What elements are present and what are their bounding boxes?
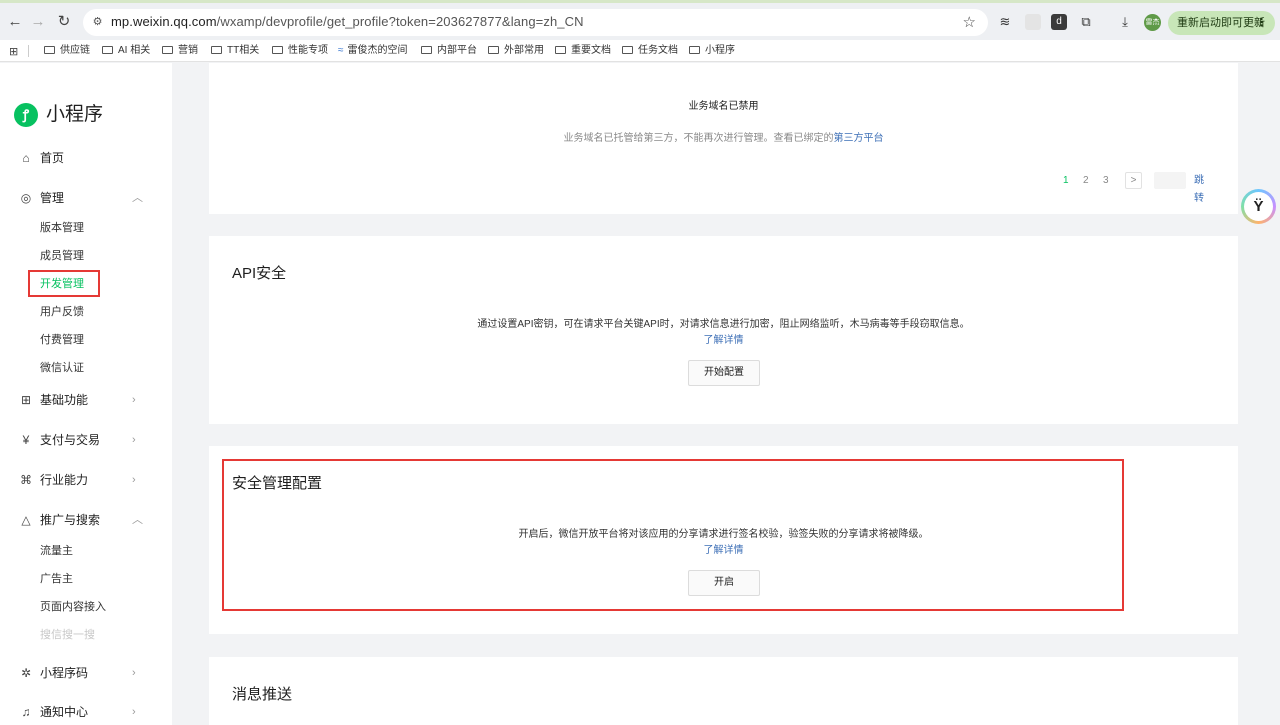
forward-icon[interactable]: → bbox=[27, 12, 49, 32]
sidebar-subitem-search[interactable]: 搜信搜一搜 bbox=[40, 626, 95, 644]
settings-icon: ◎ bbox=[20, 191, 32, 205]
message-push-title: 消息推送 bbox=[232, 686, 293, 703]
folder-icon bbox=[102, 46, 113, 54]
download-icon[interactable]: ⤓ bbox=[1117, 14, 1133, 30]
chevron-right-icon: › bbox=[132, 667, 136, 679]
folder-icon bbox=[211, 46, 222, 54]
domain-card: 业务域名已禁用 业务域名已托管给第三方，不能再次进行管理。查看已绑定的第三方平台… bbox=[209, 63, 1238, 214]
folder-icon bbox=[272, 46, 283, 54]
miniprogram-logo-icon: ꝭ bbox=[14, 103, 38, 127]
bookmark-star-icon[interactable]: ☆ bbox=[963, 13, 976, 31]
bookmark-folder[interactable]: 外部常用 bbox=[488, 43, 544, 59]
api-security-title: API安全 bbox=[232, 265, 287, 282]
chevron-right-icon: › bbox=[132, 474, 136, 486]
sidebar-item-notice[interactable]: ♫ 通知中心 › bbox=[0, 701, 172, 723]
chevron-up-icon: ︿ bbox=[132, 192, 143, 204]
bookmarks-divider bbox=[28, 45, 29, 57]
bookmark-folder[interactable]: 任务文档 bbox=[622, 43, 678, 59]
next-page-button[interactable]: > bbox=[1125, 172, 1142, 189]
confluence-icon: ≈ bbox=[338, 45, 344, 56]
url-text[interactable]: mp.weixin.qq.com/wxamp/devprofile/get_pr… bbox=[111, 14, 584, 29]
sidebar: ꝭ 小程序 ⌂ 首页 ◎ 管理 ︿ 版本管理 成员管理 开发管理 用户反馈 付费… bbox=[0, 63, 172, 725]
bookmark-folder[interactable]: 小程序 bbox=[689, 43, 735, 59]
folder-icon bbox=[488, 46, 499, 54]
folder-icon bbox=[44, 46, 55, 54]
folder-icon bbox=[162, 46, 173, 54]
home-icon: ⌂ bbox=[22, 151, 30, 165]
yen-icon: ¥ bbox=[22, 433, 30, 447]
sidebar-item-promotion[interactable]: △ 推广与搜索 ︿ bbox=[0, 509, 172, 531]
apps-grid-icon[interactable]: ⊞ bbox=[9, 45, 18, 58]
more-menu-icon[interactable]: ⋮ bbox=[1256, 11, 1267, 35]
start-config-button[interactable]: 开始配置 bbox=[688, 360, 760, 386]
chevron-right-icon: › bbox=[132, 394, 136, 406]
domain-desc: 业务域名已托管给第三方，不能再次进行管理。查看已绑定的第三方平台 bbox=[563, 133, 884, 144]
sidebar-item-manage[interactable]: ◎ 管理 ︿ bbox=[0, 187, 172, 209]
extension-tune-icon[interactable]: ≋ bbox=[997, 14, 1013, 30]
chevron-right-icon: › bbox=[132, 706, 136, 718]
back-icon[interactable]: ← bbox=[4, 12, 26, 32]
bookmark-folder[interactable]: AI 相关 bbox=[102, 43, 150, 59]
grid-icon: ⊞ bbox=[20, 393, 32, 407]
extension-d-icon[interactable]: d bbox=[1051, 14, 1067, 30]
site-info-icon[interactable]: ⚙ bbox=[90, 15, 105, 30]
page-2[interactable]: 2 bbox=[1083, 172, 1089, 190]
sidebar-subitem-feedback[interactable]: 用户反馈 bbox=[40, 303, 84, 321]
profile-avatar[interactable]: 雷杰 bbox=[1144, 14, 1161, 31]
extensions-puzzle-icon[interactable]: ⧉ bbox=[1078, 14, 1094, 30]
bookmarks-bar: ⊞ 供应链 AI 相关 营销 TT相关 性能专项 ≈ 雷俊杰的空间 内部平台 外部… bbox=[0, 40, 1280, 62]
assistant-icon: Ÿ bbox=[1244, 192, 1273, 221]
sidebar-item-payment[interactable]: ¥ 支付与交易 › bbox=[0, 429, 172, 451]
sidebar-item-industry[interactable]: ⌘ 行业能力 › bbox=[0, 469, 172, 491]
sidebar-subitem-ads[interactable]: 广告主 bbox=[40, 570, 73, 588]
address-bar[interactable]: ⚙ mp.weixin.qq.com/wxamp/devprofile/get_… bbox=[83, 9, 988, 36]
sidebar-subitem-content[interactable]: 页面内容接入 bbox=[40, 598, 106, 616]
sidebar-subitem-traffic[interactable]: 流量主 bbox=[40, 542, 73, 560]
sidebar-subitem-members[interactable]: 成员管理 bbox=[40, 247, 84, 265]
chevron-up-icon: ︿ bbox=[132, 514, 143, 526]
qrcode-icon: ✲ bbox=[20, 666, 32, 680]
bookmark-folder[interactable]: 内部平台 bbox=[421, 43, 477, 59]
sidebar-subitem-verify[interactable]: 微信认证 bbox=[40, 359, 84, 377]
promotion-icon: △ bbox=[21, 513, 31, 527]
message-push-card: 消息推送 bbox=[209, 657, 1238, 725]
industry-icon: ⌘ bbox=[20, 473, 32, 487]
sidebar-item-qrcode[interactable]: ✲ 小程序码 › bbox=[0, 662, 172, 684]
bookmark-folder[interactable]: TT相关 bbox=[211, 43, 259, 59]
api-security-desc: 通过设置API密钥，可在请求平台关键API时，对请求信息进行加密，阻止网络监听，… bbox=[477, 319, 970, 330]
page-jump-link[interactable]: 跳转 bbox=[1194, 172, 1204, 208]
domain-disabled-title: 业务域名已禁用 bbox=[688, 101, 759, 112]
highlight-box bbox=[28, 270, 100, 297]
bookmark-folder[interactable]: 供应链 bbox=[44, 43, 90, 59]
sidebar-subitem-billing[interactable]: 付费管理 bbox=[40, 331, 84, 349]
sidebar-item-home[interactable]: ⌂ 首页 bbox=[0, 147, 172, 169]
chevron-right-icon: › bbox=[132, 434, 136, 446]
bookmark-folder[interactable]: 重要文档 bbox=[555, 43, 611, 59]
page-1[interactable]: 1 bbox=[1063, 172, 1069, 190]
sidebar-item-basic[interactable]: ⊞ 基础功能 › bbox=[0, 389, 172, 411]
extension-grey-icon[interactable] bbox=[1025, 14, 1041, 30]
bell-icon: ♫ bbox=[21, 705, 31, 719]
folder-icon bbox=[689, 46, 700, 54]
api-learn-more-link[interactable]: 了解详情 bbox=[209, 331, 1238, 346]
browser-toolbar: ← → ↻ ⚙ mp.weixin.qq.com/wxamp/devprofil… bbox=[0, 0, 1280, 40]
update-button[interactable]: 重新启动即可更新 ⋮ bbox=[1168, 11, 1275, 35]
page-3[interactable]: 3 bbox=[1103, 172, 1109, 190]
logo-text: 小程序 bbox=[46, 104, 104, 125]
folder-icon bbox=[555, 46, 566, 54]
highlight-box bbox=[222, 459, 1124, 611]
assistant-float-button[interactable]: Ÿ bbox=[1241, 189, 1276, 224]
folder-icon bbox=[622, 46, 633, 54]
sidebar-subitem-version[interactable]: 版本管理 bbox=[40, 219, 84, 237]
bookmark-link[interactable]: ≈ 雷俊杰的空间 bbox=[338, 43, 408, 59]
api-security-card: API安全 通过设置API密钥，可在请求平台关键API时，对请求信息进行加密，阻… bbox=[209, 236, 1238, 424]
reload-icon[interactable]: ↻ bbox=[53, 12, 75, 32]
folder-icon bbox=[421, 46, 432, 54]
third-party-link[interactable]: 第三方平台 bbox=[834, 133, 884, 144]
bookmark-folder[interactable]: 性能专项 bbox=[272, 43, 328, 59]
bookmark-folder[interactable]: 营销 bbox=[162, 43, 198, 59]
page-jump-input[interactable] bbox=[1154, 172, 1186, 189]
